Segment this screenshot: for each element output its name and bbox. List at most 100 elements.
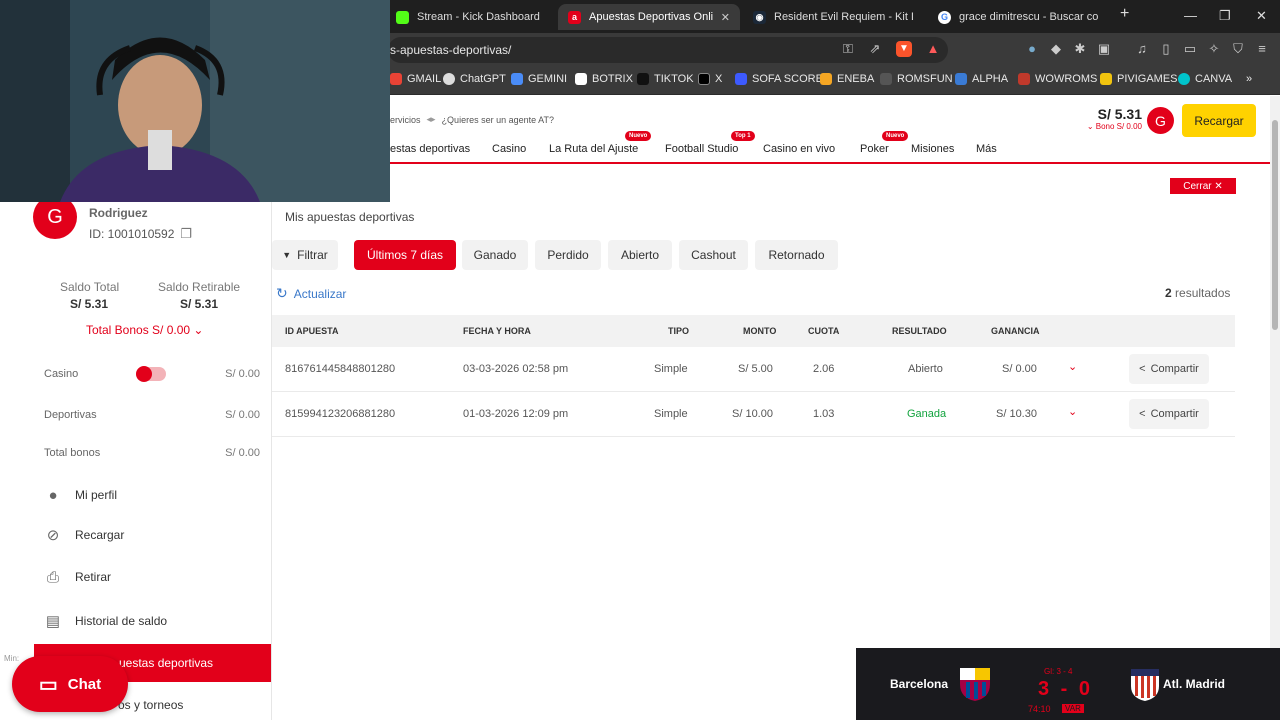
brave-rewards-icon[interactable]: ▲ xyxy=(925,41,941,57)
bet-odds: 1.03 xyxy=(813,408,835,420)
menu-recargar[interactable]: ⊘ Recargar xyxy=(44,526,125,544)
menu-label: Retirar xyxy=(75,570,112,584)
sidebar-icon[interactable]: ▯ xyxy=(1158,41,1174,57)
menu-label: Historial de saldo xyxy=(75,614,168,628)
nav-casino[interactable]: Casino xyxy=(492,143,526,155)
filter-ganado[interactable]: Ganado xyxy=(462,240,528,270)
casino-label: Casino xyxy=(44,368,79,380)
pivigames-icon xyxy=(1100,73,1112,85)
expand-row-icon[interactable]: ⌄ xyxy=(1068,360,1077,373)
nav-label: La Ruta del Ajuste xyxy=(549,143,639,155)
menu-mi-perfil[interactable]: ● Mi perfil xyxy=(44,486,117,504)
bookmark-x[interactable]: X xyxy=(698,73,722,85)
bets-table-header: ID APUESTA FECHA Y HORA TIPO MONTO CUOTA… xyxy=(272,315,1235,347)
nav-casino-en-vivo[interactable]: Casino en vivo xyxy=(763,143,835,155)
new-tab-button[interactable]: + xyxy=(1120,5,1129,23)
bookmark-botrix[interactable]: BOTRIX xyxy=(575,73,633,85)
bookmark-alpha[interactable]: ALPHA xyxy=(955,73,1008,85)
copy-icon[interactable]: ❐ xyxy=(180,226,192,242)
music-icon[interactable]: ♫ xyxy=(1134,41,1150,57)
min-label: Min: xyxy=(4,654,20,663)
filter-cashout[interactable]: Cashout xyxy=(679,240,748,270)
user-avatar[interactable]: G xyxy=(1147,107,1174,134)
restore-icon[interactable]: ❐ xyxy=(1219,8,1231,24)
close-tab-icon[interactable]: ✕ xyxy=(721,11,730,24)
url-input[interactable]: s-apuestas-deportivas/ xyxy=(388,37,948,63)
close-window-icon[interactable]: ✕ xyxy=(1256,8,1267,24)
nav-la-ruta-del-ajuste[interactable]: Nuevo La Ruta del Ajuste xyxy=(549,131,652,155)
ai-sparkle-icon[interactable]: ✧ xyxy=(1206,41,1222,57)
table-row[interactable]: 816761445848801280 03-03-2026 02:58 pm S… xyxy=(272,347,1235,392)
filter-retornado[interactable]: Retornado xyxy=(755,240,838,270)
nav-mas[interactable]: Más xyxy=(976,143,997,155)
filter-ultimos-7-dias[interactable]: Últimos 7 días xyxy=(354,240,456,270)
recharge-icon: ⊘ xyxy=(46,527,60,544)
minimize-icon[interactable]: — xyxy=(1184,8,1197,23)
user-icon: ● xyxy=(48,486,58,504)
bookmark-sofascore[interactable]: SOFA SCORE xyxy=(735,73,823,85)
services-arrows-icon[interactable]: ◂▸ xyxy=(427,114,436,125)
bet-type: Simple xyxy=(654,363,688,375)
alpha-icon xyxy=(955,73,967,85)
casino-toggle[interactable] xyxy=(136,366,166,382)
brave-shield-icon[interactable]: ▼ xyxy=(896,41,912,57)
table-row[interactable]: 815994123206881280 01-03-2026 12:09 pm S… xyxy=(272,392,1235,437)
filter-abierto[interactable]: Abierto xyxy=(608,240,672,270)
share-icon: < xyxy=(1139,363,1146,375)
bookmark-gemini[interactable]: GEMINI xyxy=(511,73,567,85)
actualizar-button[interactable]: ↻ Actualizar xyxy=(276,285,346,302)
google-icon: G xyxy=(938,10,951,24)
tab-resident-evil[interactable]: ◉ Resident Evil Requiem - Kit Deluxe xyxy=(743,4,923,30)
nav-label: Football Studio xyxy=(665,143,739,155)
nav-misiones[interactable]: Misiones xyxy=(911,143,954,155)
bookmark-pivigames[interactable]: PIVIGAMES xyxy=(1100,73,1178,85)
menu-icon[interactable]: ≡ xyxy=(1254,41,1270,57)
total-bonos-toggle[interactable]: Total Bonos S/ 0.00 ⌄ xyxy=(86,323,203,337)
menu-historial-de-saldo[interactable]: ▤ Historial de saldo xyxy=(44,612,167,630)
nav-apuestas-deportivas[interactable]: estas deportivas xyxy=(390,143,470,155)
tab-kick-dashboard[interactable]: Stream - Kick Dashboard xyxy=(386,4,556,30)
wallet-browser-icon[interactable]: ▭ xyxy=(1182,41,1198,57)
tab-google-search[interactable]: G grace dimitrescu - Buscar con Goo xyxy=(928,4,1108,30)
cerrar-button[interactable]: Cerrar ✕ xyxy=(1170,178,1236,194)
extension-color-icon[interactable]: ● xyxy=(1024,41,1040,57)
bookmark-romsfun[interactable]: ROMSFUN xyxy=(880,73,953,85)
wowroms-icon xyxy=(1018,73,1030,85)
scrollbar-thumb[interactable] xyxy=(1272,120,1278,330)
results-label: resultados xyxy=(1175,286,1231,300)
filtrar-button[interactable]: ▼ Filtrar xyxy=(272,240,338,270)
bookmark-label: PIVIGAMES xyxy=(1117,73,1178,85)
agent-link[interactable]: ¿Quieres ser un agente AT? xyxy=(442,115,554,125)
extension-diamond-icon[interactable]: ◆ xyxy=(1048,41,1064,57)
bet-result: Abierto xyxy=(908,363,943,375)
nav-football-studio[interactable]: Top 1 Football Studio xyxy=(665,131,755,155)
menu-torneos[interactable]: os y torneos xyxy=(118,698,183,712)
scoreboard-overlay: Barcelona Gl: 3 - 4 3 - 0 74:10 VAR Atl.… xyxy=(856,648,1280,720)
filter-label: Filtrar xyxy=(297,248,328,262)
header-balance[interactable]: S/ 5.31 ⌄ Bono S/ 0.00 xyxy=(1087,106,1142,131)
menu-retirar[interactable]: ⎙ Retirar xyxy=(44,568,111,586)
bookmark-wowroms[interactable]: WOWROMS xyxy=(1018,73,1097,85)
nav-poker[interactable]: Nuevo Poker xyxy=(860,131,909,155)
compartir-button[interactable]: < Compartir xyxy=(1129,399,1209,429)
bookmark-canva[interactable]: CANVA xyxy=(1178,73,1232,85)
extensions-puzzle-icon[interactable]: ✱ xyxy=(1072,41,1088,57)
tab-title: Apuestas Deportivas Online | xyxy=(589,11,713,23)
more-bookmarks-icon[interactable]: » xyxy=(1246,73,1252,85)
screenshot-icon[interactable]: ▣ xyxy=(1096,41,1112,57)
share-page-icon[interactable]: ⇗ xyxy=(867,41,883,57)
saldo-retirable-value: S/ 5.31 xyxy=(180,297,219,311)
bookmark-tiktok[interactable]: TIKTOK xyxy=(637,73,694,85)
filter-perdido[interactable]: Perdido xyxy=(535,240,601,270)
tab-apuestas[interactable]: a Apuestas Deportivas Online | ✕ xyxy=(558,4,740,30)
chat-button[interactable]: ▭ Chat xyxy=(12,656,128,712)
recargar-button[interactable]: Recargar xyxy=(1182,104,1256,137)
bookmark-eneba[interactable]: ENEBA xyxy=(820,73,874,85)
vpn-icon[interactable]: ⛉ xyxy=(1230,41,1246,57)
bookmark-chatgpt[interactable]: ChatGPT xyxy=(443,73,506,85)
compartir-button[interactable]: < Compartir xyxy=(1129,354,1209,384)
bookmark-gmail[interactable]: GMAIL xyxy=(390,73,441,85)
key-icon[interactable]: ⚿ xyxy=(840,41,856,57)
bookmark-label: SOFA SCORE xyxy=(752,73,823,85)
expand-row-icon[interactable]: ⌄ xyxy=(1068,405,1077,418)
